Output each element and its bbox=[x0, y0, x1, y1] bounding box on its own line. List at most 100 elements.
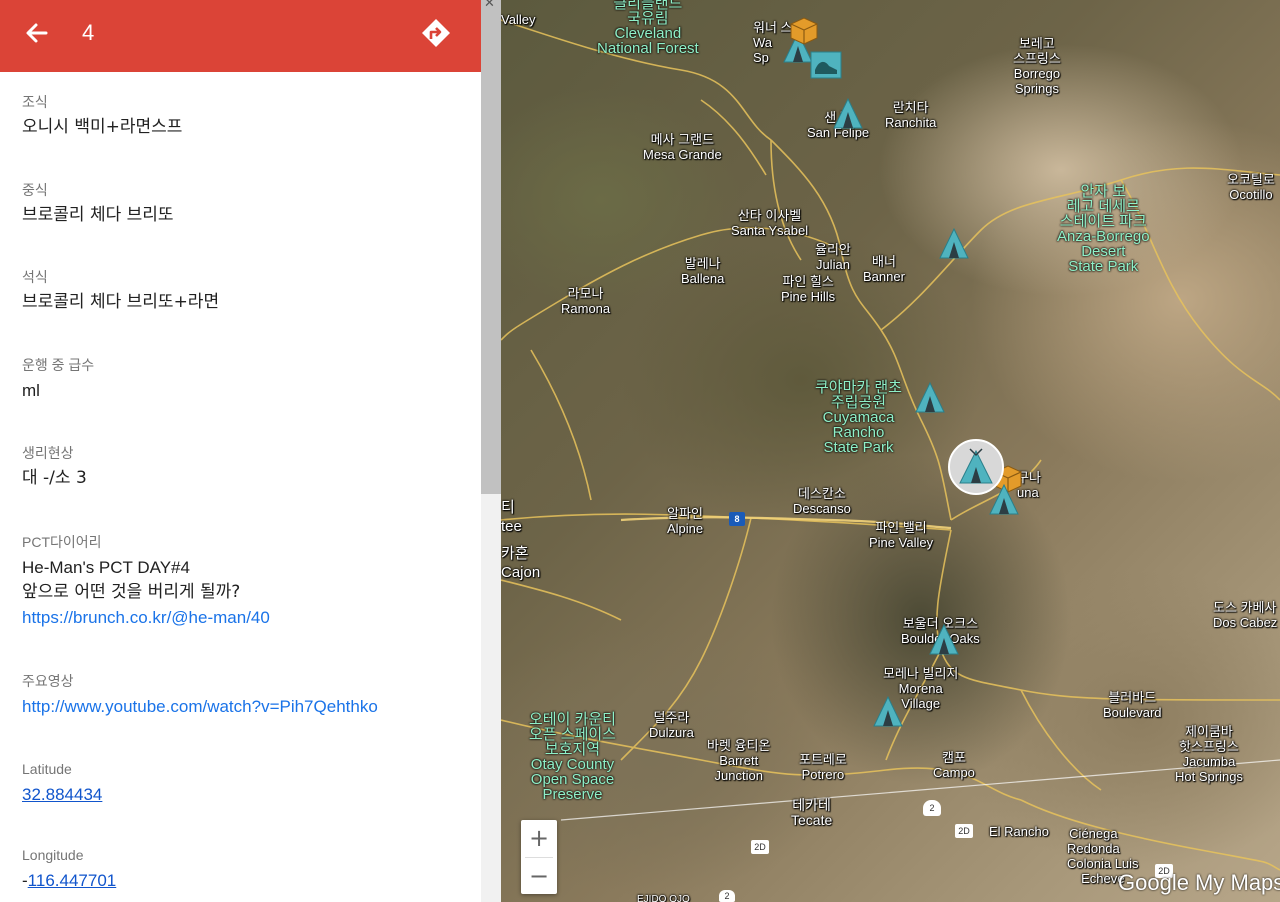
place-label-line: Springs bbox=[1014, 81, 1059, 96]
place-label-line: 제이쿰바 bbox=[1185, 724, 1233, 739]
place-label: 포트레로 Potrero bbox=[799, 752, 847, 782]
place-label: 캠포 Campo bbox=[933, 750, 975, 780]
place-label-line: Campo bbox=[933, 765, 975, 780]
place-label: 보레고 스프링스 Borrego Springs bbox=[1013, 36, 1061, 96]
field-value: http://www.youtube.com/watch?v=Pih7Qehth… bbox=[22, 694, 462, 720]
place-label-line: Dos Cabez bbox=[1213, 615, 1278, 630]
scrollbar-thumb[interactable] bbox=[481, 0, 501, 494]
longitude-link[interactable]: 116.447701 bbox=[28, 871, 117, 890]
field-value: 오니시 백미+라면스프 bbox=[22, 117, 183, 137]
place-label-line: 블러바드 bbox=[1108, 690, 1157, 705]
place-label-line: 포트레로 bbox=[799, 752, 847, 767]
place-label: 발레나 Ballena bbox=[681, 256, 724, 286]
highway-shield: 2 bbox=[923, 800, 941, 816]
shoe-marker[interactable] bbox=[809, 48, 843, 82]
place-label-line: 카혼 bbox=[501, 545, 529, 562]
field-dinner: 석식 브로콜리 체다 브리또+라면 bbox=[22, 268, 462, 315]
park-label-line: 레고 데세르 bbox=[1066, 198, 1140, 215]
park-label-line: 스테이트 파크 bbox=[1059, 213, 1147, 230]
field-diary: PCT다이어리 He-Man's PCT DAY#4 앞으로 어떤 것을 버리게… bbox=[22, 533, 462, 630]
back-button[interactable] bbox=[20, 16, 52, 50]
place-label-line: Ranchita bbox=[885, 115, 937, 130]
field-value: -116.447701 bbox=[22, 868, 462, 893]
arrow-left-icon bbox=[26, 23, 48, 43]
place-label-line: 발레나 bbox=[684, 256, 721, 271]
place-label-line: Alpine bbox=[667, 521, 704, 536]
place-label-line: Pine Valley bbox=[869, 535, 934, 550]
video-link[interactable]: http://www.youtube.com/watch?v=Pih7Qehth… bbox=[22, 697, 378, 716]
park-label-line: Anza-Borrego bbox=[1057, 228, 1150, 245]
place-label-line: 덜주라 bbox=[653, 710, 690, 725]
park-label-line: 보호지역 bbox=[544, 741, 601, 758]
place-label-line: Tecate bbox=[791, 812, 833, 828]
place-label-line: Ballena bbox=[681, 271, 725, 286]
place-label: EJIDO OJO bbox=[637, 894, 690, 902]
place-label: 배너 Banner bbox=[863, 254, 905, 284]
field-video: 주요영상 http://www.youtube.com/watch?v=Pih7… bbox=[22, 672, 462, 720]
field-label: 중식 bbox=[22, 182, 48, 198]
place-label: 바렛 융티온 Barrett Junction bbox=[707, 738, 770, 783]
field-latitude: Latitude 32.884434 bbox=[22, 760, 462, 808]
place-label-line: 바렛 융티온 bbox=[707, 738, 771, 753]
place-label: 란치타 Ranchita bbox=[885, 100, 936, 130]
zoom-in-button[interactable]: + bbox=[521, 820, 557, 856]
campsite-marker[interactable] bbox=[937, 226, 971, 260]
campsite-marker[interactable] bbox=[913, 380, 947, 414]
place-label-line: Pine Hills bbox=[781, 289, 836, 304]
latitude-link[interactable]: 32.884434 bbox=[22, 785, 102, 804]
park-label-line: State Park bbox=[823, 439, 894, 456]
park-label-line: Otay County bbox=[530, 756, 615, 773]
place-label-line: 라모나 bbox=[567, 286, 604, 301]
place-label-line: 파인 힐스 bbox=[782, 274, 834, 289]
box-marker[interactable] bbox=[787, 14, 821, 48]
field-value: 32.884434 bbox=[22, 782, 462, 808]
field-value: 브로콜리 체다 브리또 bbox=[22, 205, 174, 225]
place-label: 파인 힐스 Pine Hills bbox=[781, 274, 835, 304]
field-label: 주요영상 bbox=[22, 673, 74, 689]
satellite-map[interactable]: Valley 클리블랜드 국유림 Cleveland National Fore… bbox=[501, 0, 1280, 902]
campsite-marker[interactable] bbox=[927, 622, 961, 656]
park-label-line: 안자 보 bbox=[1080, 183, 1127, 200]
place-label-line: 데스칸소 bbox=[797, 486, 846, 501]
campsite-marker[interactable] bbox=[871, 694, 905, 728]
close-icon[interactable]: ✕ bbox=[484, 0, 495, 11]
place-label: 알파인 Alpine bbox=[667, 506, 703, 536]
highway-shield: 2D bbox=[955, 824, 973, 838]
zoom-out-button[interactable]: − bbox=[521, 858, 557, 894]
place-label-line: Ocotillo bbox=[1229, 187, 1273, 202]
place-label-line: Junction bbox=[714, 768, 763, 783]
highway-shield: 2 bbox=[719, 890, 735, 902]
park-label-line: 오픈 스페이스 bbox=[529, 726, 616, 743]
field-label: 운행 중 급수 bbox=[22, 357, 95, 373]
place-label-line: Jacumba bbox=[1182, 754, 1236, 769]
place-label-line: Dulzura bbox=[649, 725, 694, 740]
field-label: Latitude bbox=[22, 761, 72, 777]
place-label: 카혼 Cajon bbox=[501, 544, 540, 582]
place-label: El Rancho bbox=[989, 824, 1049, 839]
place-label-line: Colonia Luis bbox=[1067, 856, 1139, 871]
place-label: 데스칸소 Descanso bbox=[793, 486, 851, 516]
place-label: 라모나 Ramona bbox=[561, 286, 610, 316]
field-label: 생리현상 bbox=[22, 445, 74, 461]
place-label: 율리안 Julian bbox=[815, 242, 851, 272]
google-my-maps-logo: Google My Maps bbox=[1118, 870, 1280, 895]
place-label-line: Descanso bbox=[793, 501, 851, 516]
diary-link[interactable]: https://brunch.co.kr/@he-man/40 bbox=[22, 605, 462, 630]
place-label-line: 보레고 bbox=[1018, 36, 1055, 51]
place-label-line: 핫스프링스 bbox=[1179, 739, 1239, 754]
place-label-line: Potrero bbox=[801, 767, 845, 782]
field-breakfast: 조식 오니시 백미+라면스프 bbox=[22, 93, 462, 140]
field-value: 대 -/소 3 bbox=[22, 468, 87, 488]
place-label-line: Hot Springs bbox=[1175, 769, 1243, 784]
directions-button[interactable] bbox=[420, 16, 452, 50]
field-lunch: 중식 브로콜리 체다 브리또 bbox=[22, 181, 462, 228]
place-label-line: 스프링스 bbox=[1013, 51, 1061, 66]
park-label: 안자 보 레고 데세르 스테이트 파크 Anza-Borrego Desert … bbox=[1057, 184, 1150, 274]
campsite-marker[interactable] bbox=[831, 96, 865, 130]
park-label: 클리블랜드 국유림 Cleveland National Forest bbox=[597, 0, 699, 56]
selected-campsite-marker[interactable] bbox=[948, 439, 1004, 495]
place-label-line: Julian bbox=[815, 257, 850, 272]
park-label: 오테이 카운티 오픈 스페이스 보호지역 Otay County Open Sp… bbox=[529, 712, 616, 802]
place-label-line: Cajon bbox=[501, 564, 541, 581]
place-label-line: 배너 bbox=[872, 254, 896, 269]
